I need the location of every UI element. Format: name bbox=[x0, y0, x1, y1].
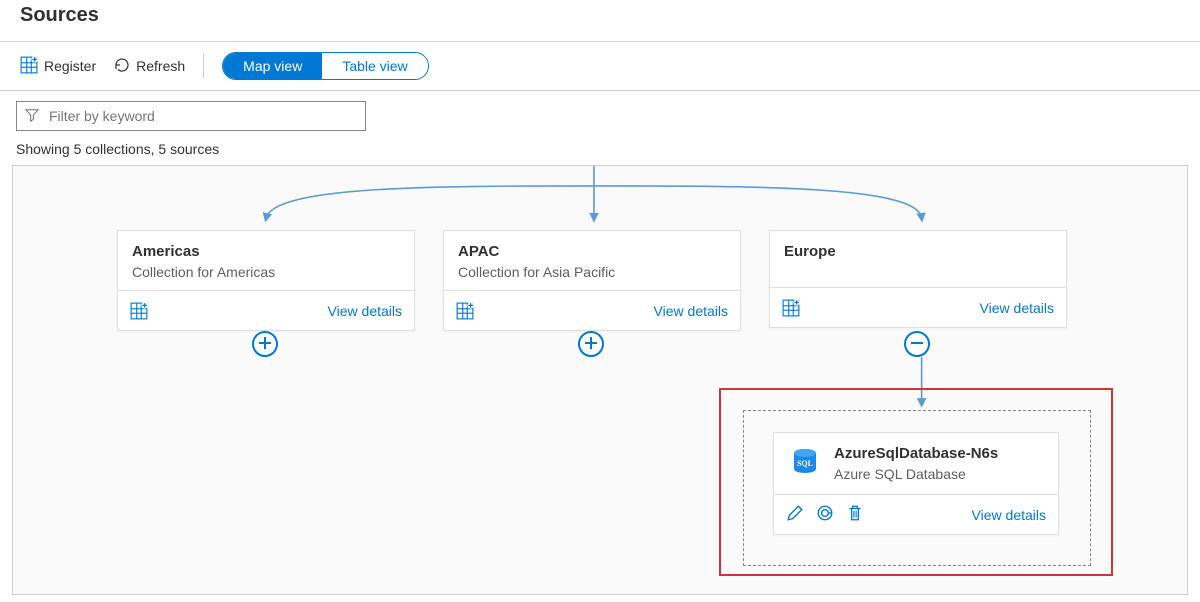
register-inline-icon[interactable] bbox=[130, 302, 148, 320]
plus-icon bbox=[584, 336, 598, 353]
filter-icon bbox=[25, 108, 39, 125]
register-button[interactable]: Register bbox=[20, 56, 96, 77]
collection-card-americas[interactable]: Americas Collection for Americas View de… bbox=[117, 230, 415, 331]
refresh-icon bbox=[114, 57, 130, 76]
card-subtitle: Collection for Asia Pacific bbox=[458, 264, 726, 280]
collection-card-europe[interactable]: Europe View details bbox=[769, 230, 1067, 328]
count-text: Showing 5 collections, 5 sources bbox=[16, 137, 1184, 165]
scan-icon[interactable] bbox=[816, 504, 834, 525]
register-label: Register bbox=[44, 58, 96, 74]
delete-icon[interactable] bbox=[846, 504, 864, 525]
filter-input-wrapper[interactable] bbox=[16, 101, 366, 131]
edit-icon[interactable] bbox=[786, 504, 804, 525]
refresh-button[interactable]: Refresh bbox=[114, 57, 185, 76]
source-name: AzureSqlDatabase-N6s bbox=[834, 445, 998, 462]
filter-row bbox=[16, 91, 1184, 137]
plus-icon bbox=[258, 336, 272, 353]
expand-button-americas[interactable] bbox=[252, 331, 278, 357]
table-view-tab[interactable]: Table view bbox=[322, 53, 427, 79]
card-title: Americas bbox=[132, 243, 400, 260]
minus-icon bbox=[910, 336, 924, 353]
collapse-button-europe[interactable] bbox=[904, 331, 930, 357]
collection-card-apac[interactable]: APAC Collection for Asia Pacific View de… bbox=[443, 230, 741, 331]
card-title: APAC bbox=[458, 243, 726, 260]
source-view-details-link[interactable]: View details bbox=[972, 507, 1046, 523]
source-card[interactable]: SQL AzureSqlDatabase-N6s Azure SQL Datab… bbox=[773, 432, 1059, 535]
view-details-link[interactable]: View details bbox=[980, 300, 1054, 316]
map-view-tab[interactable]: Map view bbox=[223, 53, 322, 79]
card-subtitle: Collection for Americas bbox=[132, 264, 400, 280]
view-details-link[interactable]: View details bbox=[654, 303, 728, 319]
page-title: Sources bbox=[0, 0, 1200, 42]
svg-text:SQL: SQL bbox=[797, 459, 813, 468]
card-title: Europe bbox=[784, 243, 1052, 260]
register-inline-icon[interactable] bbox=[456, 302, 474, 320]
register-inline-icon[interactable] bbox=[782, 299, 800, 317]
refresh-label: Refresh bbox=[136, 58, 185, 74]
filter-input[interactable] bbox=[47, 107, 357, 125]
view-details-link[interactable]: View details bbox=[328, 303, 402, 319]
source-type: Azure SQL Database bbox=[834, 466, 998, 482]
view-toggle: Map view Table view bbox=[222, 52, 429, 80]
toolbar: Register Refresh Map view Table view bbox=[0, 42, 1200, 91]
toolbar-divider bbox=[203, 54, 204, 78]
canvas[interactable]: Americas Collection for Americas View de… bbox=[12, 165, 1188, 595]
sql-database-icon: SQL bbox=[788, 445, 822, 479]
register-icon bbox=[20, 56, 38, 77]
expand-button-apac[interactable] bbox=[578, 331, 604, 357]
